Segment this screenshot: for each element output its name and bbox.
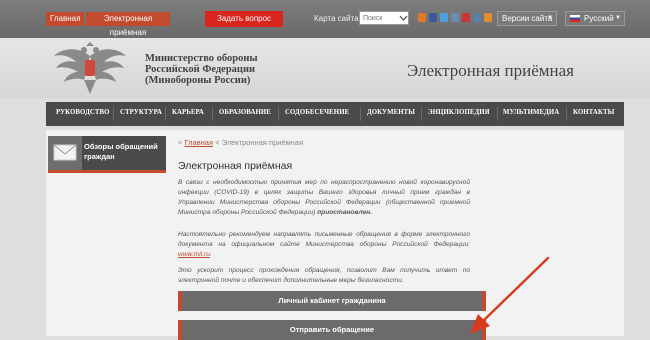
annotation-arrow-icon [470,256,550,334]
mil-ru-link[interactable]: www.mil.ru [178,251,210,258]
russian-flag-icon [570,15,580,22]
nav-item-encyclopedia[interactable]: ЭНЦИКЛОПЕДИЯ [428,109,490,116]
youtube-icon[interactable] [462,13,470,22]
send-appeal-button[interactable]: Отправить обращение [178,320,486,340]
breadcrumb-prefix: < [178,138,183,147]
reception-link[interactable]: Электронная приёмная [86,12,170,37]
ministry-name-line-1: Министерство обороны [145,53,258,64]
chevron-down-icon: ▼ [547,15,553,21]
twitter-icon[interactable] [440,13,448,22]
language-dropdown[interactable]: Русский ▼ [565,11,625,26]
home-link[interactable]: Главная [46,12,84,26]
facebook-icon[interactable] [429,13,437,22]
nav-item-contacts[interactable]: КОНТАКТЫ [573,109,614,116]
nav-item-multimedia[interactable]: МУЛЬТИМЕДИА [503,109,559,116]
site-versions-dropdown[interactable]: Версии сайта ▼ [497,11,557,26]
envelope-icon-box [48,136,82,170]
odnoklassniki-icon[interactable] [484,13,492,22]
recommendation-end: . [209,251,212,258]
nav-item-education[interactable]: ОБРАЗОВАНИЕ [219,109,271,116]
chevron-down-icon: ▼ [615,15,621,21]
sidebar-card-label: Обзоры обращений граждан [84,142,158,161]
recommendation-text: Настоятельно рекомендуем направлять пись… [178,231,470,248]
nav-item-community[interactable]: СОДОБЕСЕЧЕНИЕ [285,109,349,116]
double-headed-eagle-emblem-icon[interactable] [48,42,132,96]
suspended-text: приостановлен. [317,209,372,216]
breadcrumb-current: < Электронная приёмная [215,138,304,147]
breadcrumb-home-link[interactable]: Главная [184,138,213,147]
speedup-paragraph: Это ускорит процесс прохождения обращени… [178,267,470,284]
nav-divider [113,107,114,121]
nav-divider [421,107,422,121]
instagram-icon[interactable] [451,13,459,22]
page-title: Электронная приёмная [178,160,293,172]
nav-divider [497,107,498,121]
nav-divider [566,107,567,121]
sitemap-link[interactable]: Карта сайта [314,14,359,23]
rss-icon[interactable] [418,13,426,22]
recommendation-paragraph: Настоятельно рекомендуем направлять пись… [178,230,470,260]
language-label: Русский [584,14,614,23]
site-versions-label: Версии сайта [502,14,553,23]
nav-divider [360,107,361,121]
nav-item-career[interactable]: КАРЬЕРА [172,109,204,116]
breadcrumb: < Главная < Электронная приёмная [178,138,303,147]
header-title: Электронная приёмная [407,61,574,80]
nav-item-structure[interactable]: СТРУКТУРА [120,109,162,116]
personal-cabinet-button[interactable]: Личный кабинет гражданина [178,291,486,311]
ministry-name-line-2: Российской Федерации [145,64,256,75]
nav-divider [212,107,213,121]
ministry-name-line-3: (Минобороны России) [145,75,251,86]
nav-divider [165,107,166,121]
covid-notice-paragraph: В связи с необходимостью принятия мер по… [178,178,470,218]
nav-item-leadership[interactable]: РУКОВОДСТВО [56,109,110,116]
search-dropdown-icon[interactable] [399,12,408,24]
vk-icon[interactable] [473,13,481,22]
nav-item-documents[interactable]: ДОКУМЕНТЫ [367,109,415,116]
ministry-name: Министерство обороны Российской Федераци… [145,53,285,86]
ask-question-button[interactable]: Задать вопрос [205,11,283,27]
envelope-icon [53,144,77,161]
nav-divider [278,107,279,121]
